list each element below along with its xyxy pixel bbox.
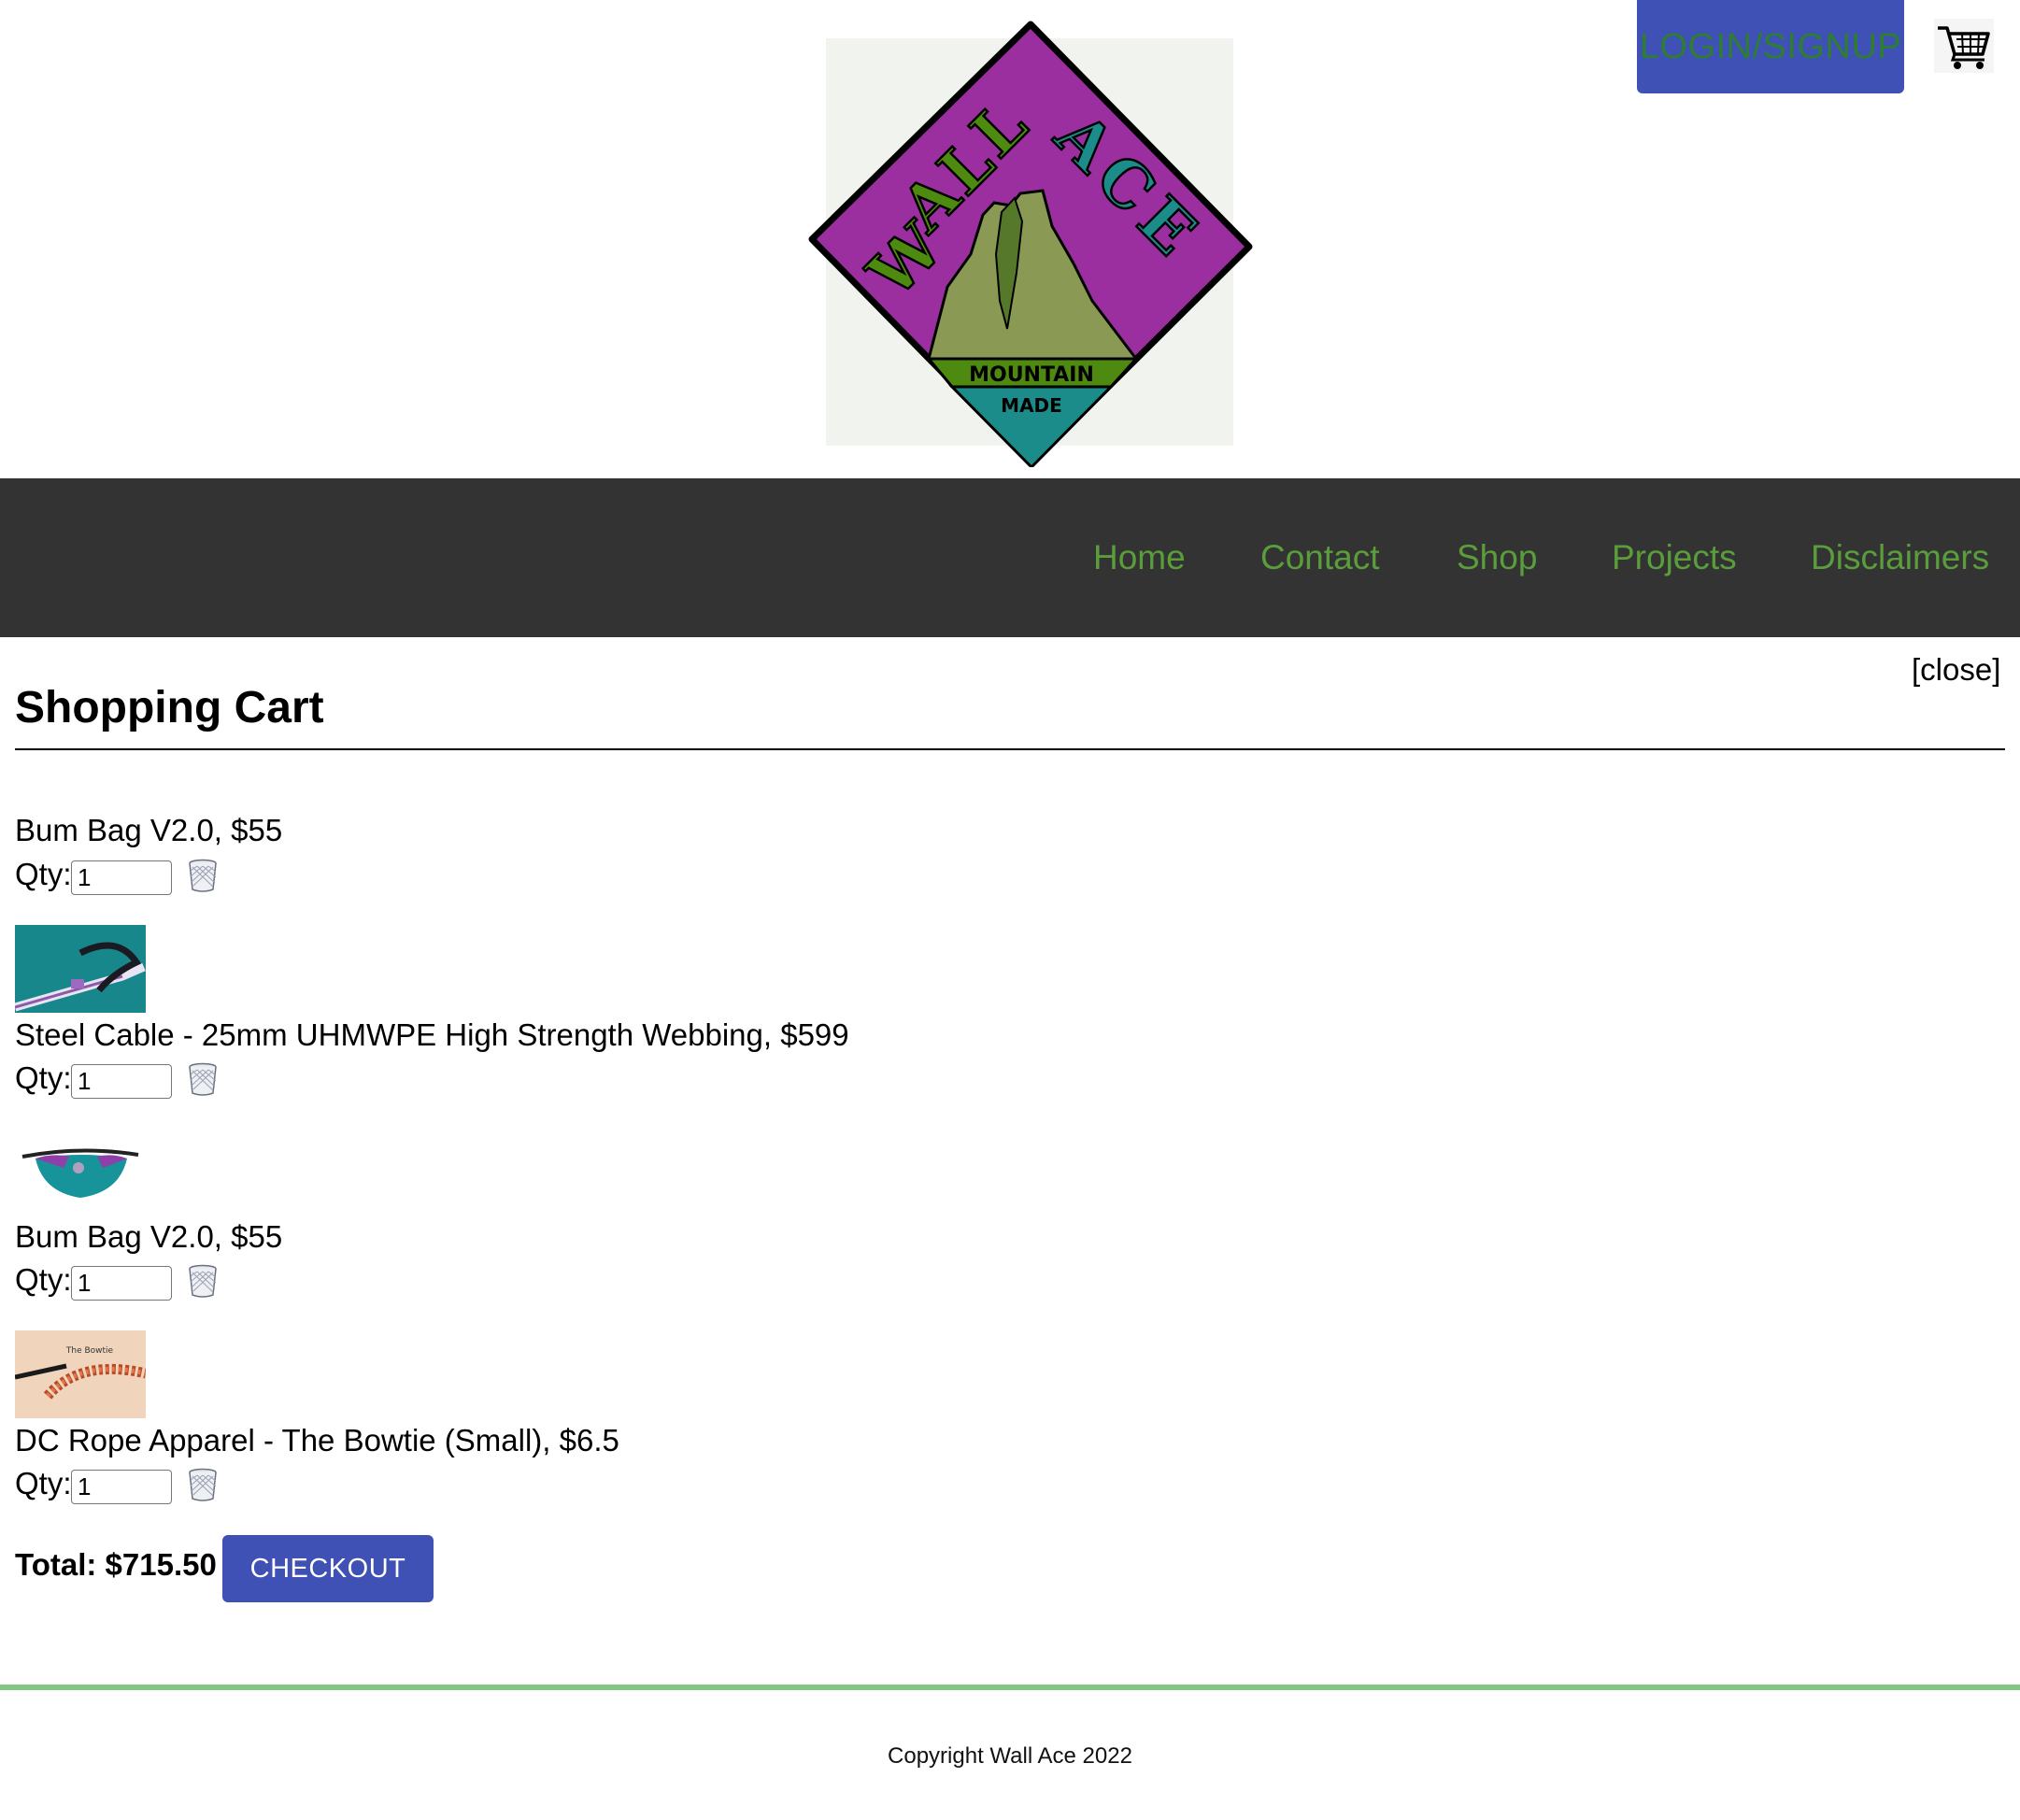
trash-icon[interactable] [187,1468,219,1501]
login-signup-button[interactable]: LOGIN/SIGNUP [1637,0,1904,93]
qty-label: Qty: [15,1466,72,1500]
main-nav: Home Contact Shop Projects Disclaimers [0,478,2020,637]
page: W A L L A C E MOUNTAIN MADE LOGIN/SIGNUP [0,0,2020,1820]
nav-link-projects[interactable]: Projects [1612,478,1737,637]
footer-divider [0,1685,2020,1690]
cart-title: Shopping Cart [15,683,324,732]
cart-item-title: Bum Bag V2.0, $55 [15,813,283,847]
cart-item-title: Steel Cable - 25mm UHMWPE High Strength … [15,1017,849,1052]
nav-link-home[interactable]: Home [1093,478,1186,637]
bum-bag-photo [15,1127,146,1215]
nav-link-disclaimers[interactable]: Disclaimers [1811,478,1989,637]
cart-item-title: DC Rope Apparel - The Bowtie (Small), $6… [15,1423,619,1457]
cart-item-title: Bum Bag V2.0, $55 [15,1219,283,1254]
bowtie-photo: The Bowtie [15,1330,146,1418]
copyright-text: Copyright Wall Ace 2022 [888,1743,1132,1769]
shopping-cart-icon[interactable] [1934,19,1994,73]
close-cart-link[interactable]: [close] [1912,652,2000,688]
checkout-button[interactable]: CHECKOUT [222,1535,434,1602]
qty-label: Qty: [15,857,72,891]
webbing-photo [15,925,146,1013]
qty-label: Qty: [15,1060,72,1095]
qty-input[interactable] [71,1266,172,1301]
bowtie-photo-caption: The Bowtie [65,1346,114,1356]
cart-total: Total: $715.50 [15,1547,217,1582]
logo-banner-top: MOUNTAIN [969,363,1094,387]
nav-link-contact[interactable]: Contact [1260,478,1380,637]
trash-icon[interactable] [187,859,219,892]
trash-icon[interactable] [187,1062,219,1096]
logo-banner-bottom: MADE [1001,394,1062,417]
wall-ace-logo[interactable]: W A L L A C E MOUNTAIN MADE [807,21,1256,467]
nav-link-shop[interactable]: Shop [1457,478,1537,637]
site-header: W A L L A C E MOUNTAIN MADE LOGIN/SIGNUP [0,0,2020,478]
qty-label: Qty: [15,1262,72,1297]
trash-icon[interactable] [187,1264,219,1298]
cart-divider [15,748,2005,750]
qty-input[interactable] [71,1064,172,1099]
qty-input[interactable] [71,1470,172,1504]
qty-input[interactable] [71,860,172,895]
